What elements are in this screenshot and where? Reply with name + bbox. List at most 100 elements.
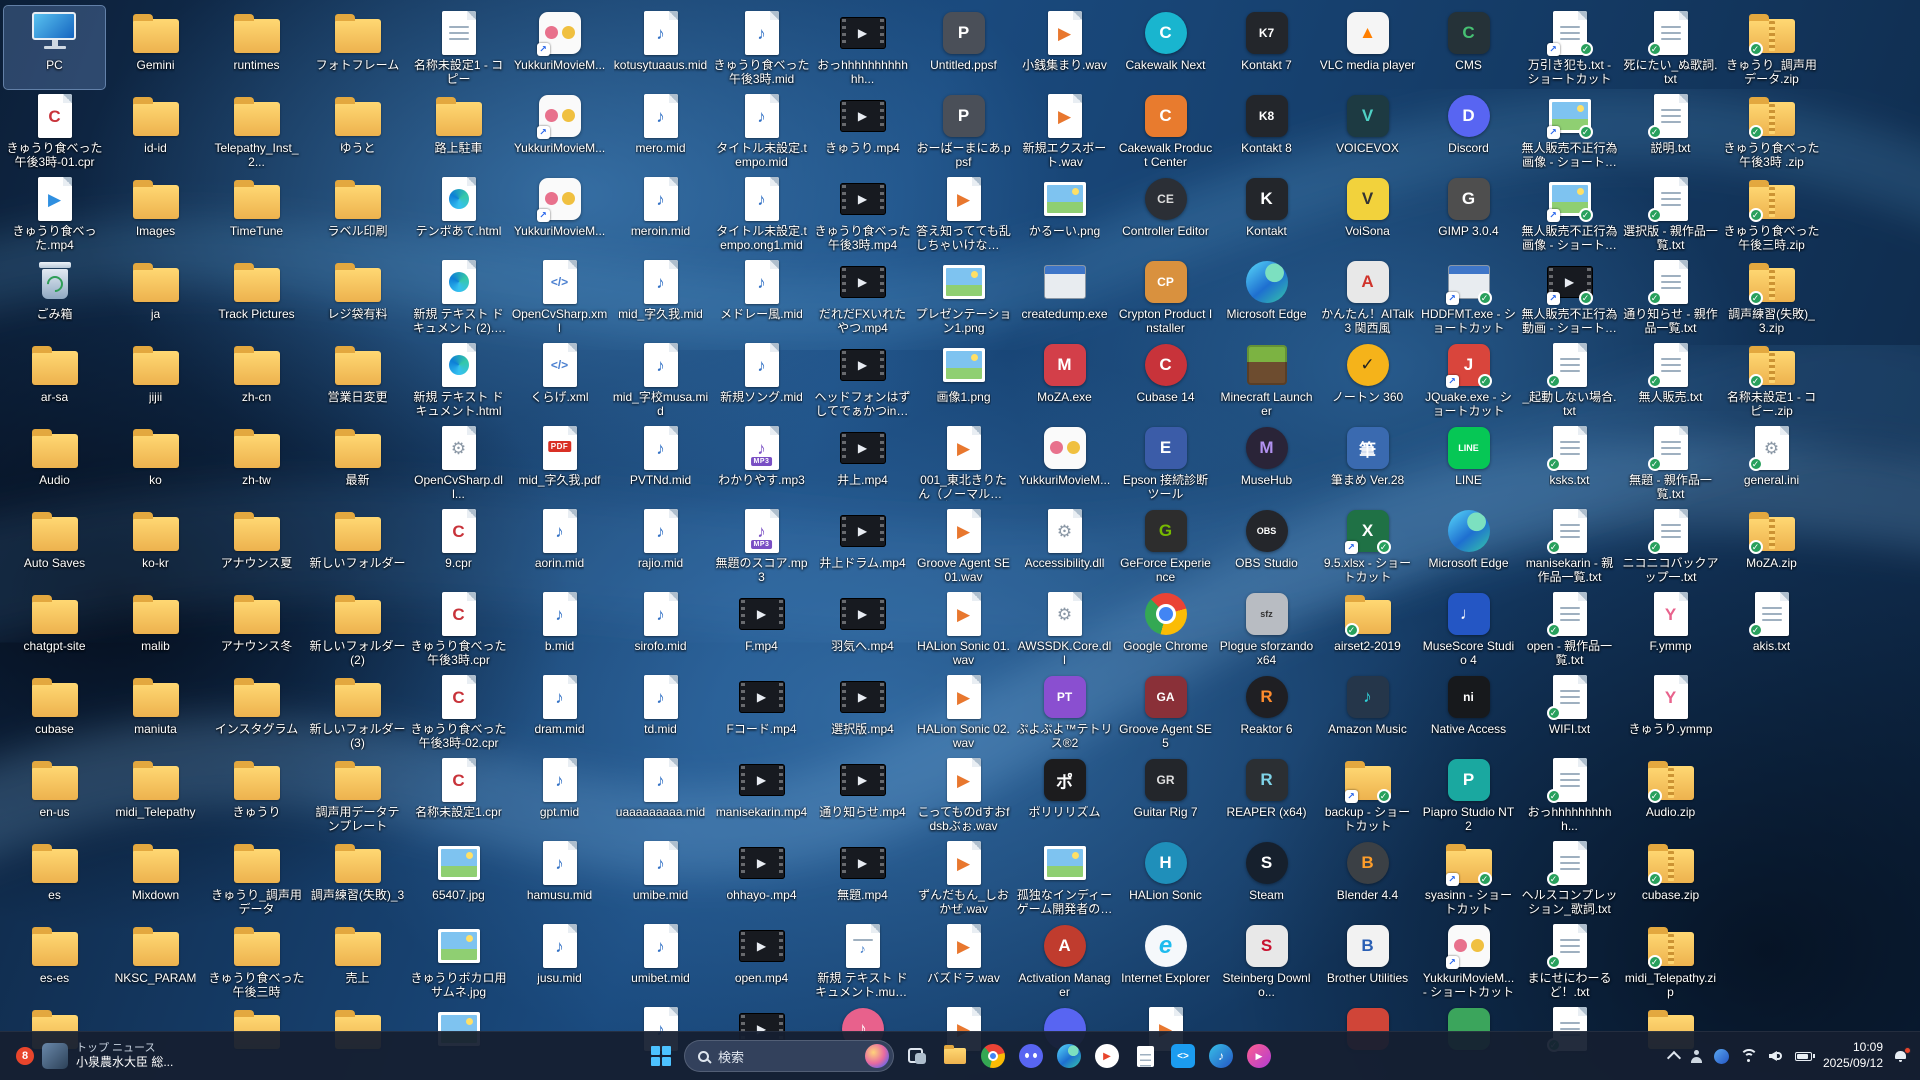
desktop-icon[interactable]: インスタグラム	[206, 670, 307, 753]
desktop-icon[interactable]: ♪ mid_字久我.mid	[610, 255, 711, 338]
desktop-icon[interactable]: ▶ HALion Sonic 01.wav	[913, 587, 1014, 670]
desktop-icon[interactable]: ↗ ✓ HDDFMT.exe - ショートカット	[1418, 255, 1519, 338]
desktop-icon[interactable]: ⚙ AWSSDK.Core.dll	[1014, 587, 1115, 670]
taskbar-app-notepad[interactable]	[1126, 1036, 1164, 1076]
desktop-icon[interactable]: GR Guitar Rig 7	[1115, 753, 1216, 836]
desktop-icon[interactable]: G GIMP 3.0.4	[1418, 172, 1519, 255]
desktop-icon[interactable]: Microsoft Edge	[1418, 504, 1519, 587]
desktop-icon[interactable]: C 名称未設定1.cpr	[408, 753, 509, 836]
desktop-icon[interactable]: ni Native Access	[1418, 670, 1519, 753]
desktop-icon[interactable]: ♪ 新規ソング.mid	[711, 338, 812, 421]
desktop-icon[interactable]: 孤独なインディーゲーム開発者の一生...	[1014, 836, 1115, 919]
desktop-icon[interactable]: ▶ HALion Sonic 02.wav	[913, 670, 1014, 753]
desktop-icon[interactable]: ラベル印刷	[307, 172, 408, 255]
desktop-icon[interactable]: chatgpt-site	[4, 587, 105, 670]
desktop-icon[interactable]: ▶ 井上.mp4	[812, 421, 913, 504]
desktop-icon[interactable]: M MuseHub	[1216, 421, 1317, 504]
desktop-icon[interactable]: ごみ箱	[4, 255, 105, 338]
desktop-icon[interactable]: G GeForce Experience	[1115, 504, 1216, 587]
desktop-icon[interactable]: 調声用データテンプレート	[307, 753, 408, 836]
desktop-icon[interactable]: ▶ バズドラ.wav	[913, 919, 1014, 1002]
desktop-icon[interactable]: ▶ 無題.mp4	[812, 836, 913, 919]
desktop-icon[interactable]: ✓ cubase.zip	[1620, 836, 1721, 919]
desktop-icon[interactable]: createdump.exe	[1014, 255, 1115, 338]
desktop-icon[interactable]: ▶ ずんだもん_しおかぜ.wav	[913, 836, 1014, 919]
desktop-icon[interactable]: Y きゅうり.ymmp	[1620, 670, 1721, 753]
desktop-icon[interactable]: YukkuriMovieM...	[1014, 421, 1115, 504]
desktop-icon[interactable]: ✓ ノートン 360	[1317, 338, 1418, 421]
desktop-icon[interactable]: アナウンス冬	[206, 587, 307, 670]
desktop-icon[interactable]: ♪ sirofo.mid	[610, 587, 711, 670]
desktop-icon[interactable]: ▶ 新規エクスポート.wav	[1014, 89, 1115, 172]
volume-icon[interactable]	[1769, 1050, 1784, 1062]
desktop-icon[interactable]: ✓ きゅうり食べった午後三時.zip	[1721, 172, 1822, 255]
desktop-icon[interactable]: ▶ Groove Agent SE 01.wav	[913, 504, 1014, 587]
desktop-icon[interactable]: Auto Saves	[4, 504, 105, 587]
desktop-icon[interactable]: ✓ airset2-2019	[1317, 587, 1418, 670]
desktop-icon[interactable]: きゅうり食べった午後三時	[206, 919, 307, 1002]
widgets-news-button[interactable]: 8 トップ ニュース 小泉農水大臣 総...	[6, 1036, 183, 1076]
desktop-icon[interactable]: J ↗ ✓ JQuake.exe - ショートカット	[1418, 338, 1519, 421]
desktop-icon[interactable]: R REAPER (x64)	[1216, 753, 1317, 836]
desktop-icon[interactable]: en-us	[4, 753, 105, 836]
desktop-icon[interactable]: H HALion Sonic	[1115, 836, 1216, 919]
desktop-icon[interactable]: 65407.jpg	[408, 836, 509, 919]
desktop-icon[interactable]: ♪ umibet.mid	[610, 919, 711, 1002]
desktop-icon[interactable]: P おーばーまにあ.ppsf	[913, 89, 1014, 172]
desktop-icon[interactable]: GA Groove Agent SE 5	[1115, 670, 1216, 753]
desktop-icon[interactable]: e Internet Explorer	[1115, 919, 1216, 1002]
desktop-icon[interactable]: </> OpenCvSharp.xml	[509, 255, 610, 338]
desktop-icon[interactable]: CE Controller Editor	[1115, 172, 1216, 255]
desktop-icon[interactable]: ♪ td.mid	[610, 670, 711, 753]
desktop-icon[interactable]: ▲ VLC media player	[1317, 6, 1418, 89]
desktop-icon[interactable]: C Cakewalk Product Center	[1115, 89, 1216, 172]
chevron-up-icon[interactable]	[1666, 1050, 1682, 1066]
desktop-icon[interactable]: ▶ きゅうり食べった午後3時.mp4	[812, 172, 913, 255]
desktop-icon[interactable]: ⚙ OpenCvSharp.dll...	[408, 421, 509, 504]
desktop-icon[interactable]: ✓ きゅうり食べった午後3時 .zip	[1721, 89, 1822, 172]
desktop-icon[interactable]: 筆筆まめ Ver.28	[1317, 421, 1418, 504]
desktop-icon[interactable]: ✓ akis.txt	[1721, 587, 1822, 670]
desktop-icon[interactable]: ✓ open - 親作品一覧.txt	[1519, 587, 1620, 670]
desktop-icon[interactable]: ▶001_東北きりたん（ノーマル）_今しゃ...	[913, 421, 1014, 504]
desktop-icon[interactable]: ✓ 死にたい_ぬ歌詞.txt	[1620, 6, 1721, 89]
desktop-icon[interactable]: ▶ 小銭集まり.wav	[1014, 6, 1115, 89]
desktop-icon[interactable]: ♪ mid_字校musa.mid	[610, 338, 711, 421]
desktop-icon[interactable]: LINE LINE	[1418, 421, 1519, 504]
desktop-icon[interactable]: フォトフレーム	[307, 6, 408, 89]
desktop-icon[interactable]: プレゼンテーション1.png	[913, 255, 1014, 338]
desktop-icon[interactable]: A かんたん！AITalk 3 関西風	[1317, 255, 1418, 338]
desktop-icon[interactable]: ↗ YukkuriMovieM...	[509, 6, 610, 89]
desktop-icon[interactable]: X ↗ ✓ 9.5.xlsx - ショートカット	[1317, 504, 1418, 587]
desktop-icon[interactable]: ✓ おっhhhhhhhhhh...	[1519, 753, 1620, 836]
desktop-icon[interactable]: zh-cn	[206, 338, 307, 421]
desktop-icon[interactable]: 売上	[307, 919, 408, 1002]
desktop-icon[interactable]: Track Pictures	[206, 255, 307, 338]
battery-icon[interactable]	[1794, 1051, 1815, 1061]
desktop-icon[interactable]: ♪ dram.mid	[509, 670, 610, 753]
desktop-icon[interactable]: ko	[105, 421, 206, 504]
desktop-icon[interactable]: cubase	[4, 670, 105, 753]
desktop-icon[interactable]: PDF mid_字久我.pdf	[509, 421, 610, 504]
desktop-icon[interactable]: C きゅうり食べった午後3時-02.cpr	[408, 670, 509, 753]
desktop-icon[interactable]: ♪ きゅうり食べった午後3時.mid	[711, 6, 812, 89]
desktop-icon[interactable]: ↗ YukkuriMovieM... - ショートカット	[1418, 919, 1519, 1002]
taskbar-app-discord[interactable]	[1012, 1036, 1050, 1076]
desktop-icon[interactable]: ▶ F.mp4	[711, 587, 812, 670]
desktop-icon[interactable]: Google Chrome	[1115, 587, 1216, 670]
desktop-icon[interactable]: ▶ manisekarin.mp4	[711, 753, 812, 836]
desktop-icon[interactable]: es-es	[4, 919, 105, 1002]
desktop-icon[interactable]: K Kontakt	[1216, 172, 1317, 255]
taskbar-app-code-editor[interactable]	[1164, 1036, 1202, 1076]
desktop-icon[interactable]: zh-tw	[206, 421, 307, 504]
desktop-icon[interactable]: 名称未設定1 - コピー	[408, 6, 509, 89]
desktop-icon[interactable]: PT ぷよぷよ™テトリス®2	[1014, 670, 1115, 753]
desktop-icon[interactable]: Mixdown	[105, 836, 206, 919]
desktop-icon[interactable]: C 9.cpr	[408, 504, 509, 587]
tray-user-icon[interactable]	[1690, 1049, 1703, 1063]
desktop-icon[interactable]: C きゅうり食べった午後3時-01.cpr	[4, 89, 105, 172]
desktop-icon[interactable]: ♪ MP3 わかりやす.mp3	[711, 421, 812, 504]
desktop-icon[interactable]: ▶ おっhhhhhhhhhhhh...	[812, 6, 913, 89]
search-box[interactable]: 検索	[684, 1040, 894, 1072]
desktop-icon[interactable]: ✓ まにせにわーるど！.txt	[1519, 919, 1620, 1002]
